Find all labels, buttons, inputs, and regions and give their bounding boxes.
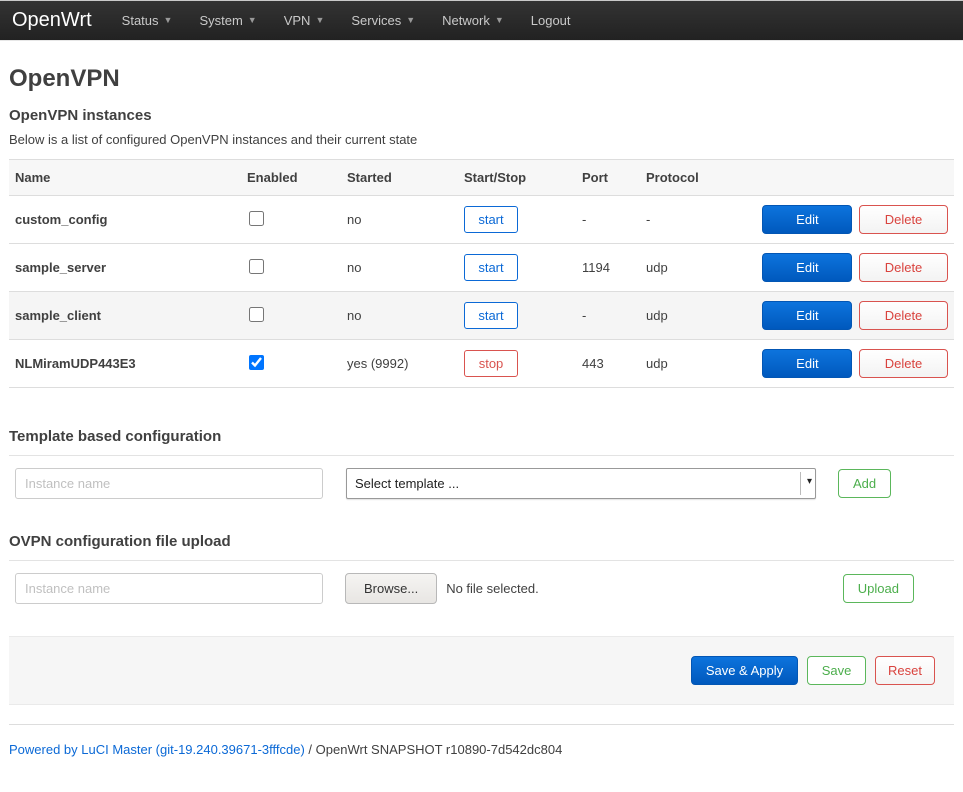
edit-button[interactable]: Edit: [762, 301, 852, 330]
column-header-port: Port: [576, 160, 640, 196]
delete-button[interactable]: Delete: [859, 205, 948, 234]
brand-openwrt[interactable]: OpenWrt: [12, 9, 92, 32]
upload-section: OVPN configuration file upload Browse...…: [9, 533, 954, 604]
divider: [9, 560, 954, 561]
template-select[interactable]: Select template ...: [346, 468, 816, 499]
edit-button[interactable]: Edit: [762, 253, 852, 282]
table-header-row: Name Enabled Started Start/Stop Port Pro…: [9, 160, 954, 196]
instances-table: Name Enabled Started Start/Stop Port Pro…: [9, 159, 954, 388]
protocol-value: -: [640, 196, 748, 244]
upload-instance-name-input[interactable]: [15, 573, 323, 604]
column-header-name: Name: [9, 160, 241, 196]
enabled-checkbox[interactable]: [249, 355, 264, 370]
luci-version-link[interactable]: Powered by LuCI Master (git-19.240.39671…: [9, 742, 305, 757]
started-status: no: [341, 196, 458, 244]
nav-menu: Status ▼ System ▼ VPN ▼ Services ▼ Netwo…: [122, 13, 598, 28]
divider: [9, 455, 954, 456]
started-status: no: [341, 244, 458, 292]
table-row: sample_client no start - udp Edit Delete: [9, 292, 954, 340]
start-stop-button[interactable]: start: [464, 302, 518, 329]
nav-item-vpn[interactable]: VPN ▼: [284, 13, 325, 28]
table-row: sample_server no start 1194 udp Edit Del…: [9, 244, 954, 292]
page-title: OpenVPN: [9, 65, 954, 93]
caret-down-icon: ▼: [248, 16, 257, 25]
save-button[interactable]: Save: [807, 656, 867, 685]
template-section: Template based configuration Select temp…: [9, 428, 954, 499]
instance-name: sample_server: [9, 244, 241, 292]
table-row: custom_config no start - - Edit Delete: [9, 196, 954, 244]
start-stop-button[interactable]: start: [464, 254, 518, 281]
enabled-checkbox[interactable]: [249, 307, 264, 322]
started-status: yes (9992): [341, 340, 458, 388]
nav-item-services[interactable]: Services ▼: [351, 13, 415, 28]
port-value: -: [576, 292, 640, 340]
add-button[interactable]: Add: [838, 469, 891, 498]
edit-button[interactable]: Edit: [762, 205, 852, 234]
port-value: 443: [576, 340, 640, 388]
start-stop-button[interactable]: stop: [464, 350, 518, 377]
started-status: no: [341, 292, 458, 340]
column-header-started: Started: [341, 160, 458, 196]
enabled-checkbox[interactable]: [249, 211, 264, 226]
port-value: 1194: [576, 244, 640, 292]
delete-button[interactable]: Delete: [859, 301, 948, 330]
upload-button[interactable]: Upload: [843, 574, 914, 603]
protocol-value: udp: [640, 244, 748, 292]
instance-name: NLMiramUDP443E3: [9, 340, 241, 388]
instance-name: sample_client: [9, 292, 241, 340]
protocol-value: udp: [640, 340, 748, 388]
caret-down-icon: ▼: [315, 16, 324, 25]
browse-button[interactable]: Browse...: [345, 573, 437, 604]
caret-down-icon: ▼: [406, 16, 415, 25]
port-value: -: [576, 196, 640, 244]
file-status-text: No file selected.: [446, 581, 539, 596]
page-actions-bar: Save & Apply Save Reset: [9, 636, 954, 705]
caret-down-icon: ▼: [495, 16, 504, 25]
instances-section-description: Below is a list of configured OpenVPN in…: [9, 132, 954, 147]
footer: Powered by LuCI Master (git-19.240.39671…: [9, 724, 954, 777]
column-header-protocol: Protocol: [640, 160, 748, 196]
delete-button[interactable]: Delete: [859, 253, 948, 282]
top-navbar: OpenWrt Status ▼ System ▼ VPN ▼ Services…: [0, 0, 963, 41]
nav-item-system[interactable]: System ▼: [199, 13, 256, 28]
protocol-value: udp: [640, 292, 748, 340]
nav-item-logout[interactable]: Logout: [531, 13, 571, 28]
column-header-enabled: Enabled: [241, 160, 341, 196]
save-apply-button[interactable]: Save & Apply: [691, 656, 798, 685]
edit-button[interactable]: Edit: [762, 349, 852, 378]
table-row: NLMiramUDP443E3 yes (9992) stop 443 udp …: [9, 340, 954, 388]
start-stop-button[interactable]: start: [464, 206, 518, 233]
template-select-wrap: Select template ...: [346, 468, 816, 499]
template-instance-name-input[interactable]: [15, 468, 323, 499]
openwrt-version-text: / OpenWrt SNAPSHOT r10890-7d542dc804: [305, 742, 563, 757]
caret-down-icon: ▼: [164, 16, 173, 25]
template-section-title: Template based configuration: [9, 428, 954, 445]
upload-section-title: OVPN configuration file upload: [9, 533, 954, 550]
instance-name: custom_config: [9, 196, 241, 244]
nav-item-network[interactable]: Network ▼: [442, 13, 504, 28]
nav-item-status[interactable]: Status ▼: [122, 13, 173, 28]
delete-button[interactable]: Delete: [859, 349, 948, 378]
enabled-checkbox[interactable]: [249, 259, 264, 274]
reset-button[interactable]: Reset: [875, 656, 935, 685]
instances-section-title: OpenVPN instances: [9, 107, 954, 124]
column-header-start-stop: Start/Stop: [458, 160, 576, 196]
